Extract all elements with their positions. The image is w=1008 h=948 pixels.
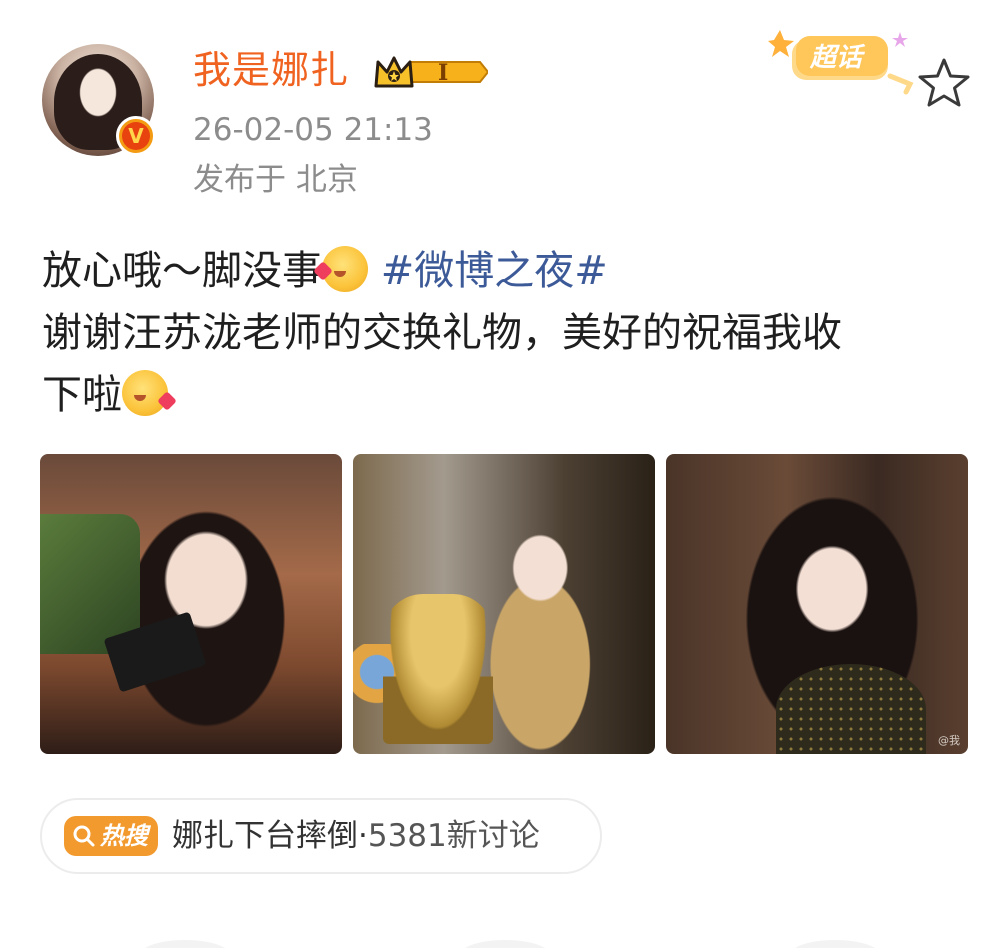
love-emoji-icon [122,370,168,416]
verified-icon: V [116,116,156,156]
sequin-dress [776,664,926,754]
post-timestamp: 26-02-05 21:13 [193,112,433,148]
hashtag-link[interactable]: #微博之夜# [381,248,608,294]
username[interactable]: 我是娜扎 [193,46,349,94]
photo-watermark: @我 [938,734,960,747]
hot-search-text: 娜扎下台摔倒·5381新讨论 [172,798,540,874]
post-text-end: 下啦 [42,372,122,418]
supertopic-button[interactable]: 超话 [768,26,918,96]
level-text: I [438,60,448,86]
post-photo-2[interactable] [353,454,655,754]
post-line-3: 下啦 [42,364,972,426]
post-line-2: 谢谢汪苏泷老师的交换礼物，美好的祝福我收 [42,310,842,356]
post-photo-1[interactable] [40,454,342,754]
crown-level-icon[interactable]: I [372,52,488,92]
bottom-toolbar-edge [0,930,1008,948]
supertopic-label: 超话 [809,43,866,73]
kiss-emoji-icon [322,246,368,292]
hot-search-label: 热搜 [100,822,148,850]
hot-search-separator: · [358,818,368,854]
trophy [383,594,493,744]
star-outline-icon[interactable] [916,56,972,112]
search-icon [73,825,95,847]
hot-search-topic: 娜扎下台摔倒 [172,818,358,854]
toolbar-shadow-2 [460,940,550,948]
post-content: 放心哦～脚没事 #微博之夜# 谢谢汪苏泷老师的交换礼物，美好的祝福我收 下啦 [42,240,972,426]
toolbar-shadow-3 [790,940,880,948]
hot-search-link[interactable]: 热搜 娜扎下台摔倒·5381新讨论 [40,798,602,874]
hot-search-count: 5381新讨论 [367,818,540,854]
hot-search-tag: 热搜 [64,816,158,856]
post-photo-3[interactable]: @我 [666,454,968,754]
verified-v-mark: V [122,122,150,150]
post-text-intro: 放心哦～脚没事 [42,248,322,294]
toolbar-shadow-1 [140,940,230,948]
post-location: 发布于 北京 [193,162,358,198]
weibo-post: V 我是娜扎 I 26-02-05 21:13 发布于 北京 超话 放心哦～脚没… [0,0,1008,948]
post-line-1: 放心哦～脚没事 #微博之夜# [42,240,972,302]
